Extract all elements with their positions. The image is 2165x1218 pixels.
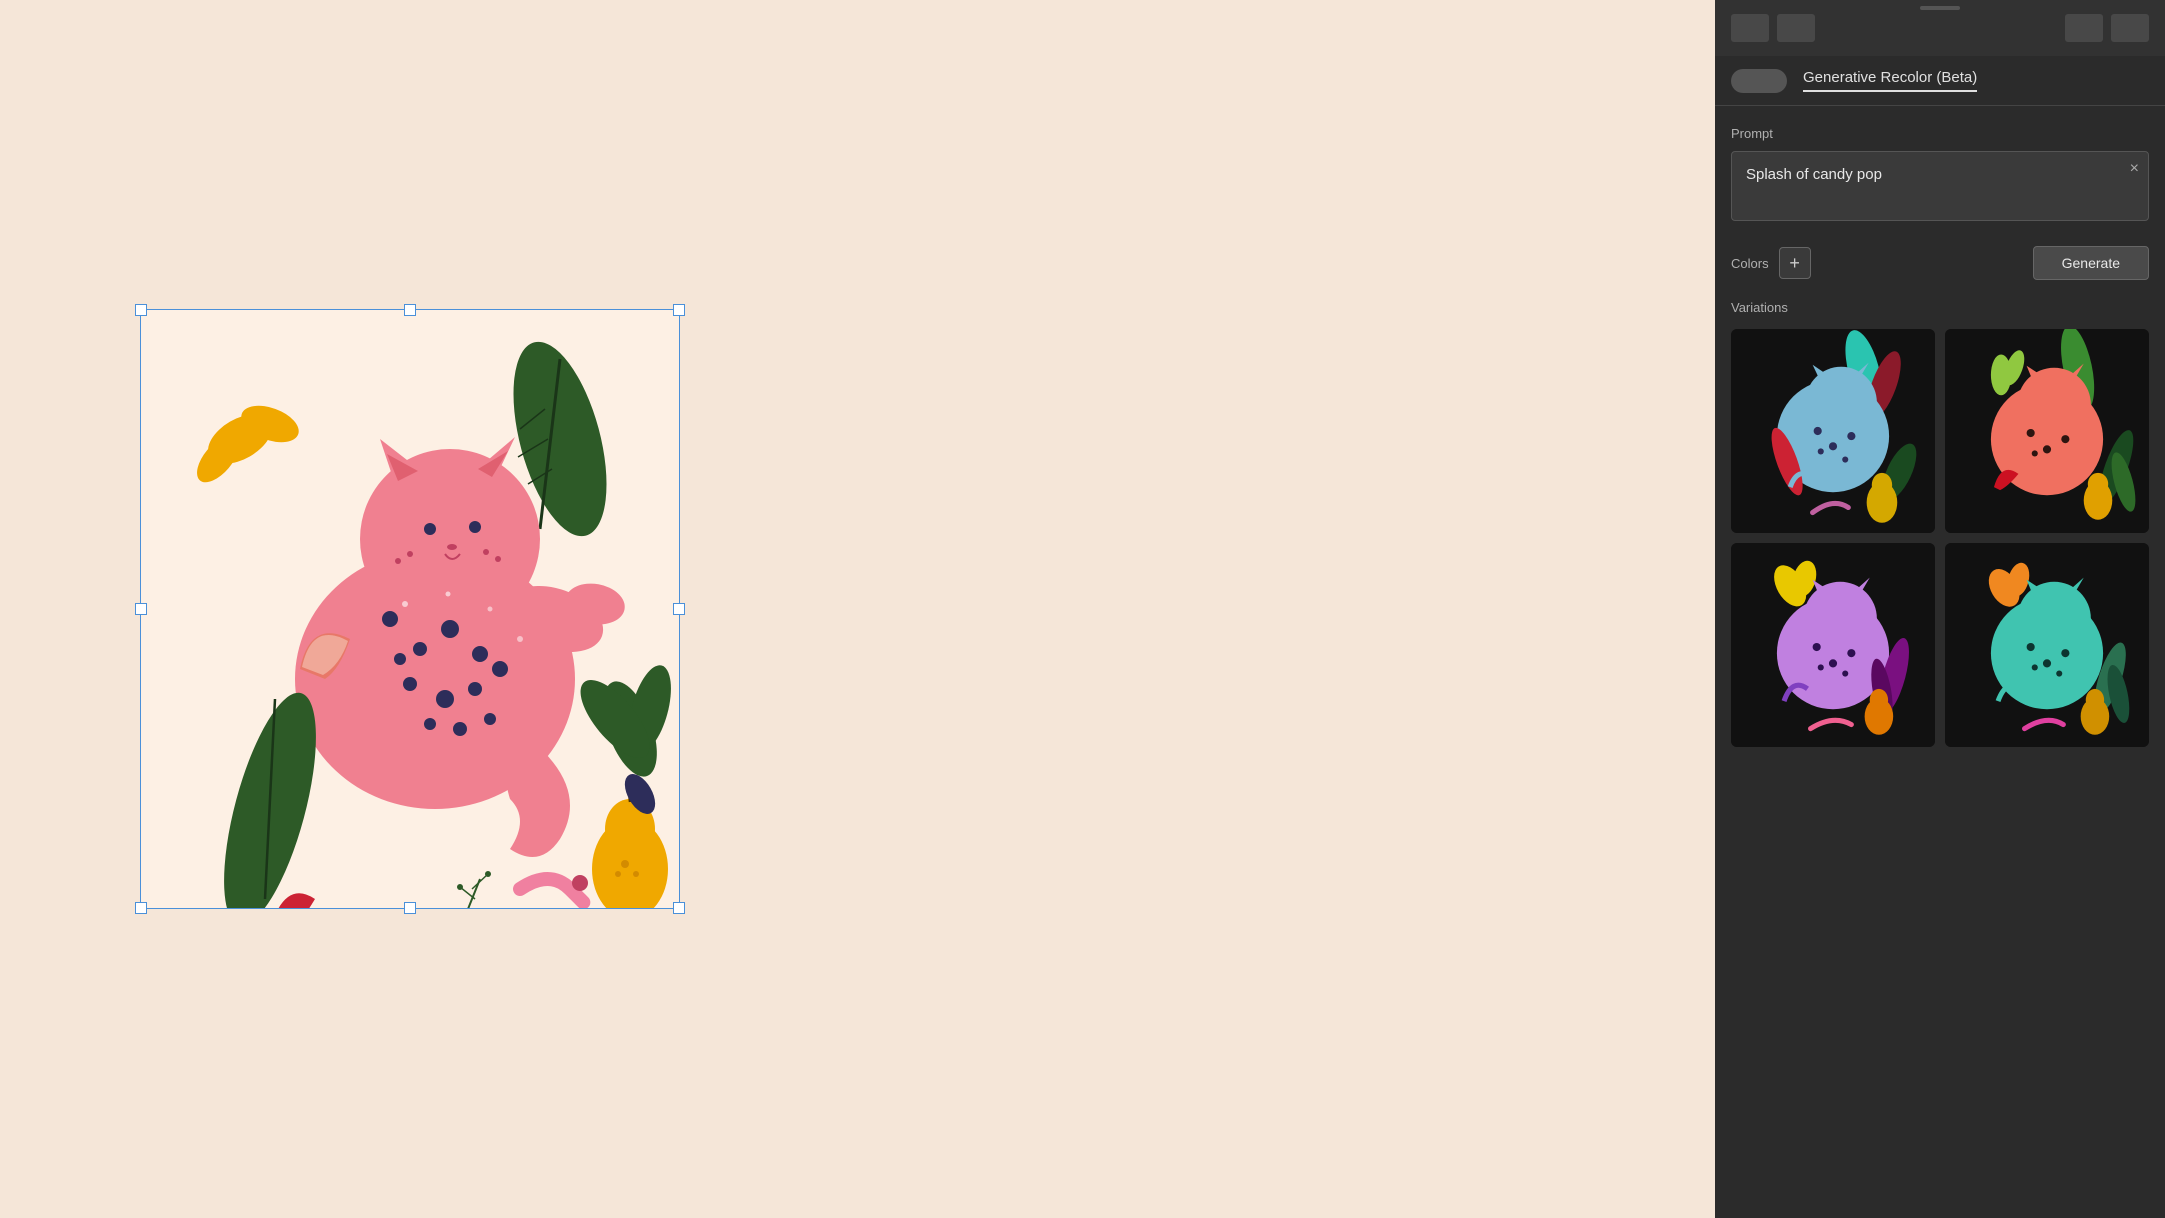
- canvas-area: [0, 0, 820, 1218]
- toolbar-btn-1[interactable]: [1731, 14, 1769, 42]
- add-color-button[interactable]: +: [1779, 247, 1811, 279]
- clear-prompt-button[interactable]: ×: [2130, 161, 2139, 177]
- prompt-input-wrapper: Splash of candy pop ×: [1731, 151, 2149, 226]
- variation-card-2[interactable]: [1945, 329, 2149, 533]
- colors-left: Colors +: [1731, 247, 1811, 279]
- toolbar-btn-2[interactable]: [1777, 14, 1815, 42]
- variation-card-4[interactable]: [1945, 543, 2149, 747]
- panel-drag-handle[interactable]: [1920, 6, 1960, 10]
- toolbar-left: [1731, 14, 1815, 42]
- toolbar-right: [2065, 14, 2149, 42]
- generate-button[interactable]: Generate: [2033, 246, 2149, 280]
- toolbar-btn-4[interactable]: [2111, 14, 2149, 42]
- prompt-input[interactable]: Splash of candy pop: [1731, 151, 2149, 221]
- tab-toggle[interactable]: [1731, 69, 1787, 93]
- panel-body: Prompt Splash of candy pop × Colors + Ge…: [1715, 106, 2165, 1218]
- colors-label: Colors: [1731, 256, 1769, 271]
- prompt-label: Prompt: [1731, 126, 2149, 141]
- variation-card-1[interactable]: [1731, 329, 1935, 533]
- artwork-container[interactable]: [140, 309, 680, 909]
- variations-grid: [1731, 329, 2149, 747]
- generative-recolor-panel: Generative Recolor (Beta) Prompt Splash …: [1715, 0, 2165, 1218]
- toolbar-btn-3[interactable]: [2065, 14, 2103, 42]
- colors-row: Colors + Generate: [1731, 246, 2149, 280]
- tab-generative-recolor[interactable]: Generative Recolor (Beta): [1803, 69, 1977, 92]
- artwork-svg: [140, 309, 680, 909]
- variation-card-3[interactable]: [1731, 543, 1935, 747]
- panel-tab-bar: Generative Recolor (Beta): [1715, 56, 2165, 106]
- variations-label: Variations: [1731, 300, 2149, 315]
